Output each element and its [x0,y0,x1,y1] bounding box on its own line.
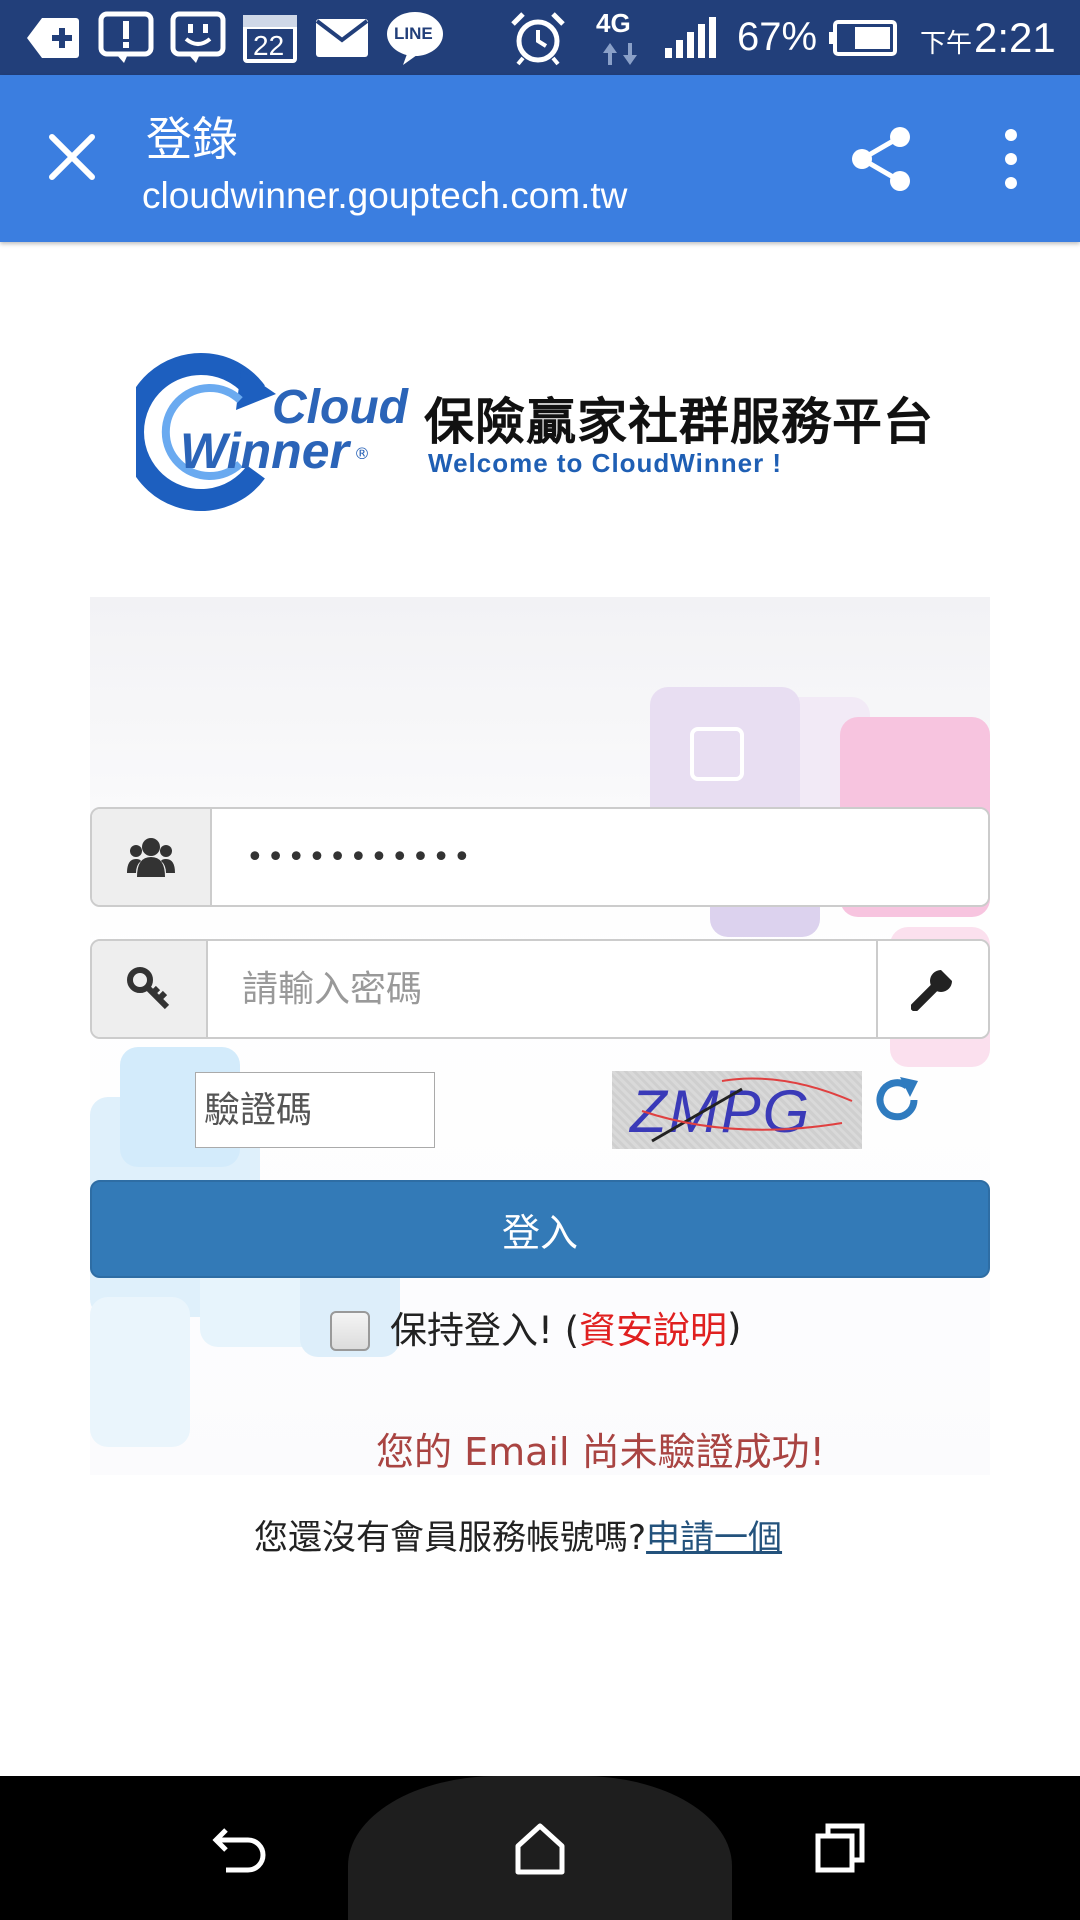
time-prefix: 下午 [920,28,973,58]
home-button[interactable] [500,1816,580,1880]
users-icon [127,838,175,877]
remember-me: 保持登入! ( 資安說明 ) [330,1300,741,1354]
password-addon [92,941,208,1037]
refresh-icon [876,1077,918,1121]
password-group [90,939,990,1039]
page-url: cloudwinner.gouptech.com.tw [142,175,628,216]
password-input[interactable] [208,941,876,1037]
remember-checkbox[interactable] [330,1311,370,1351]
line-app-icon: LINE [384,10,446,66]
login-button[interactable]: 登入 [90,1180,990,1278]
decor-square [690,727,744,781]
key-icon [127,967,170,1010]
share-button[interactable] [848,125,916,193]
alarm-icon [508,10,568,66]
line-label: LINE [394,24,433,43]
captcha-noise [641,1077,853,1143]
signal-strength-icon [662,10,722,66]
error-message: 您的 Email 尚未驗證成功! [376,1430,825,1474]
signup-link[interactable]: 申請一個 [646,1518,782,1558]
password-tool-button[interactable] [876,941,988,1037]
remember-label: 保持登入! ( [390,1309,580,1352]
navigation-bar [0,1776,1080,1920]
login-panel: ZMPG 登入 保持登入! ( 資安說明 ) 您的 Email 尚未驗證成功! [90,597,990,1475]
battery-icon [828,10,898,66]
browser-toolbar: 登錄 cloudwinner.gouptech.com.tw [0,75,1080,242]
captcha-image: ZMPG [612,1071,862,1149]
calendar-icon: 22 [240,10,300,66]
calendar-day: 22 [253,30,285,61]
battery-percent: 67% [737,15,818,59]
add-notification-icon [24,10,82,66]
refresh-captcha-button[interactable] [872,1075,922,1125]
username-addon [92,809,212,905]
back-icon [212,1828,266,1873]
share-icon [852,127,910,191]
signup-prompt: 您還沒有會員服務帳號嗎?申請一個 [254,1510,782,1559]
chat-face-icon [168,10,228,66]
cloudwinner-logo: Cloud Winner ® 保險贏家社群服務平台 Welcome to Clo… [136,352,956,522]
clock-time: 2:21 [974,13,1056,61]
signup-text: 您還沒有會員服務帳號嗎? [254,1518,647,1558]
security-info-link[interactable]: 資安說明 [579,1300,727,1354]
more-vert-icon [1005,129,1017,189]
remember-suffix: ) [727,1305,742,1349]
logo-winner-text: Winner [180,423,349,479]
captcha-input[interactable] [195,1072,435,1148]
back-button[interactable] [200,1816,280,1880]
more-options-button[interactable] [986,125,1036,193]
home-icon [515,1823,565,1875]
logo-welcome: Welcome to CloudWinner ! [428,448,783,478]
decor-square [90,1297,190,1447]
close-button[interactable] [40,125,104,189]
data-arrows-icon [598,40,642,68]
username-group [90,807,990,907]
alert-notification-icon [96,10,156,66]
username-input[interactable] [212,809,988,905]
status-bar: 22 LINE 4G 67% 下午 2:21 [0,0,1080,75]
logo-heading: 保險贏家社群服務平台 [424,392,934,451]
email-icon [314,10,370,66]
login-button-label: 登入 [501,1210,578,1255]
recents-button[interactable] [800,1816,880,1880]
wrench-icon [911,970,952,1011]
page-title: 登錄 [146,112,238,166]
close-icon [49,134,95,180]
registered-mark: ® [354,444,370,463]
recents-icon [815,1823,865,1873]
